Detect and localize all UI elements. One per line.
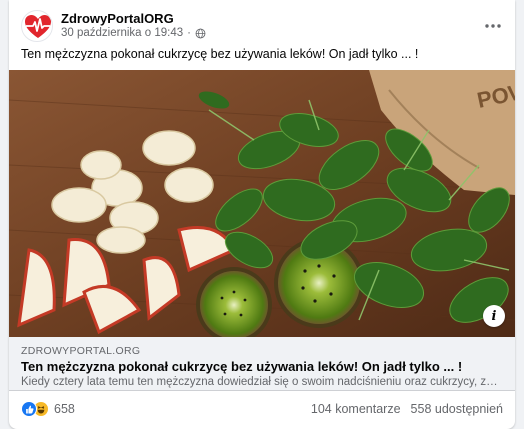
info-icon: i: [491, 308, 497, 324]
feed-post: ZdrowyPortalORG 30 października o 19:43 …: [9, 0, 515, 429]
post-header: ZdrowyPortalORG 30 października o 19:43 …: [21, 10, 503, 42]
page-avatar[interactable]: [21, 10, 53, 42]
post-meta: 30 października o 19:43 ·: [61, 27, 206, 39]
link-domain: ZDROWYPORTAL.ORG: [21, 345, 141, 357]
globe-icon[interactable]: [195, 28, 206, 39]
more-options-button[interactable]: [479, 12, 507, 40]
link-title[interactable]: Ten mężczyzna pokonał cukrzycę bez używa…: [21, 359, 462, 374]
link-preview-image[interactable]: POW i: [9, 70, 515, 337]
info-button[interactable]: i: [483, 305, 505, 327]
post-timestamp[interactable]: 30 października o 19:43: [61, 27, 183, 39]
comments-count-link[interactable]: 104 komentarze: [311, 402, 401, 416]
page-name-link[interactable]: ZdrowyPortalORG: [61, 11, 174, 26]
link-description: Kiedy cztery lata temu ten mężczyzna dow…: [21, 376, 501, 388]
like-reaction-icon: [21, 401, 37, 417]
post-text: Ten mężczyzna pokonał cukrzycę bez używa…: [21, 47, 419, 61]
heartbeat-logo-icon: [25, 15, 51, 38]
reactions-summary[interactable]: 658: [21, 401, 75, 417]
food-photo: POW: [9, 70, 515, 337]
shares-count-link[interactable]: 558 udostępnień: [411, 402, 503, 416]
reactions-count: 658: [54, 402, 75, 416]
meta-separator: ·: [187, 27, 191, 39]
post-stats-bar: 658 104 komentarze 558 udostępnień: [21, 398, 503, 420]
ellipsis-icon: [485, 24, 501, 28]
link-preview[interactable]: ZDROWYPORTAL.ORG Ten mężczyzna pokonał c…: [9, 337, 515, 391]
